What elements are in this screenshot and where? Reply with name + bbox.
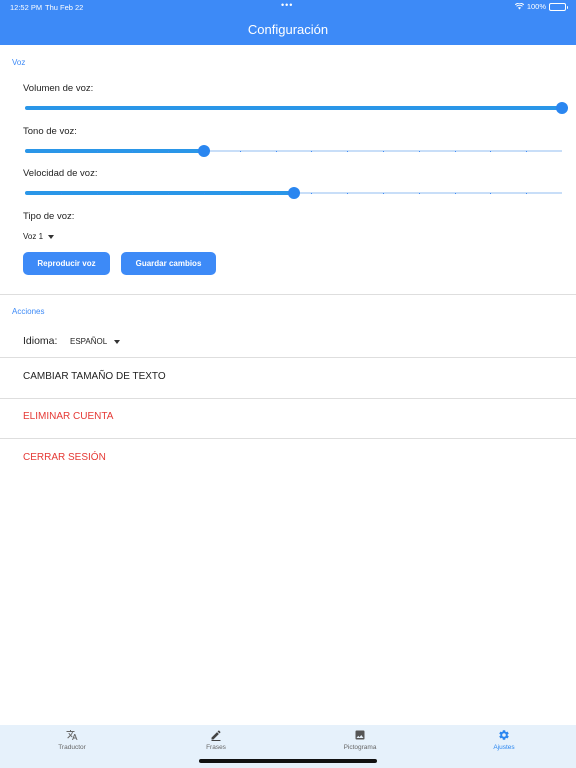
slider-tick bbox=[454, 192, 456, 194]
slider-tick bbox=[311, 192, 313, 194]
app-header: 12:52 PM Thu Feb 22 ••• 100% Configuraci… bbox=[0, 0, 576, 45]
slider-tick bbox=[418, 150, 420, 152]
speed-label: Velocidad de voz: bbox=[23, 168, 98, 179]
tab-label: Frases bbox=[206, 744, 226, 751]
slider-tick bbox=[132, 192, 134, 194]
tab-traductor[interactable]: Traductor bbox=[0, 725, 144, 768]
slider-tick bbox=[60, 150, 62, 152]
volume-slider-thumb[interactable] bbox=[556, 102, 568, 114]
volume-label: Volumen de voz: bbox=[23, 83, 94, 94]
status-bar: 12:52 PM Thu Feb 22 ••• 100% bbox=[0, 0, 576, 14]
divider bbox=[0, 438, 576, 439]
battery-percent: 100% bbox=[526, 2, 546, 11]
slider-tick bbox=[239, 192, 241, 194]
slider-tick bbox=[490, 150, 492, 152]
section-label-voz: Voz bbox=[12, 58, 26, 67]
volume-slider[interactable] bbox=[25, 102, 568, 114]
pitch-label: Tono de voz: bbox=[23, 126, 77, 137]
tab-label: Pictograma bbox=[343, 744, 377, 751]
slider-tick bbox=[168, 192, 170, 194]
pencil-icon bbox=[211, 730, 221, 741]
slider-tick bbox=[347, 192, 349, 194]
status-date: Thu Feb 22 bbox=[45, 3, 84, 12]
delete-account-item[interactable]: ELIMINAR CUENTA bbox=[23, 411, 113, 422]
pitch-slider-thumb[interactable] bbox=[197, 145, 210, 157]
tab-label: Traductor bbox=[58, 744, 86, 751]
slider-tick bbox=[60, 192, 62, 194]
slider-tick bbox=[526, 150, 528, 152]
save-changes-button[interactable]: Guardar cambios bbox=[121, 252, 216, 275]
wifi-icon bbox=[514, 3, 524, 10]
slider-tick bbox=[526, 192, 528, 194]
slider-tick bbox=[239, 150, 241, 152]
dropdown-arrow-icon bbox=[114, 339, 121, 344]
slider-tick bbox=[311, 150, 313, 152]
pitch-slider[interactable] bbox=[25, 145, 562, 157]
image-icon bbox=[355, 730, 365, 740]
voice-type-value: Voz 1 bbox=[23, 232, 44, 241]
battery-icon bbox=[549, 2, 568, 11]
change-text-size-item[interactable]: CAMBIAR TAMAÑO DE TEXTO bbox=[23, 371, 166, 382]
slider-tick bbox=[96, 192, 98, 194]
status-right: 100% bbox=[514, 2, 568, 11]
slider-tick bbox=[204, 192, 205, 194]
language-dropdown[interactable]: ESPAÑOL bbox=[70, 337, 121, 346]
home-indicator bbox=[199, 759, 377, 763]
slider-tick bbox=[383, 192, 384, 194]
slider-tick bbox=[96, 150, 98, 152]
divider bbox=[0, 357, 576, 358]
slider-tick bbox=[454, 150, 456, 152]
speed-slider[interactable] bbox=[25, 187, 562, 199]
language-value: ESPAÑOL bbox=[70, 337, 108, 346]
language-label: Idioma: bbox=[23, 335, 58, 347]
slider-tick bbox=[347, 150, 349, 152]
section-label-acciones: Acciones bbox=[12, 307, 45, 316]
voice-type-dropdown[interactable]: Voz 1 bbox=[23, 232, 55, 241]
tab-label: Ajustes bbox=[493, 744, 515, 751]
slider-tick bbox=[275, 192, 277, 194]
tab-ajustes[interactable]: Ajustes bbox=[432, 725, 576, 768]
divider bbox=[0, 294, 576, 295]
dropdown-arrow-icon bbox=[48, 234, 55, 239]
status-time: 12:52 PM bbox=[10, 3, 43, 12]
play-voice-button[interactable]: Reproducir voz bbox=[23, 252, 110, 275]
slider-tick bbox=[132, 150, 134, 152]
slider-tick bbox=[490, 192, 492, 194]
slider-tick bbox=[275, 150, 277, 152]
slider-tick bbox=[418, 192, 420, 194]
logout-item[interactable]: CERRAR SESIÓN bbox=[23, 452, 106, 463]
slider-tick bbox=[168, 150, 170, 152]
speed-slider-thumb[interactable] bbox=[287, 187, 300, 199]
divider bbox=[0, 398, 576, 399]
gear-icon bbox=[499, 730, 509, 740]
page-title: Configuración bbox=[247, 22, 329, 37]
translate-icon bbox=[66, 730, 78, 740]
slider-tick bbox=[383, 150, 384, 152]
multitask-dots-icon[interactable]: ••• bbox=[281, 0, 293, 10]
voice-type-label: Tipo de voz: bbox=[23, 211, 75, 222]
